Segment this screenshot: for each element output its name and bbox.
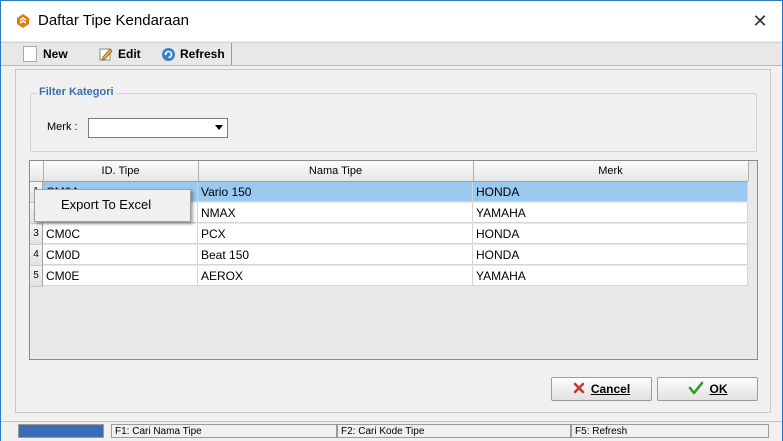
- toolbar: New Edit Refresh: [1, 42, 782, 66]
- status-f5-hint: F5: Refresh: [571, 424, 769, 438]
- edit-button[interactable]: Edit: [99, 45, 141, 63]
- window-title: Daftar Tipe Kendaraan: [38, 12, 189, 29]
- content-panel: Filter Kategori Merk : ID. Tipe Nama Tip…: [15, 69, 771, 413]
- cell-id[interactable]: CM0C: [43, 224, 198, 244]
- cell-nama[interactable]: AEROX: [198, 266, 473, 286]
- row-number: 5: [30, 266, 43, 287]
- refresh-icon: [161, 47, 176, 62]
- edit-pencil-icon: [99, 47, 113, 61]
- table-row[interactable]: 5 CM0E AEROX YAMAHA: [30, 266, 748, 287]
- cell-merk[interactable]: YAMAHA: [473, 203, 748, 223]
- toolbar-separator: [231, 43, 232, 65]
- status-f1-hint: F1: Cari Nama Tipe: [111, 424, 337, 438]
- refresh-button-label: Refresh: [180, 47, 225, 61]
- table-row[interactable]: 3 CM0C PCX HONDA: [30, 224, 748, 245]
- status-bar: F1: Cari Nama Tipe F2: Cari Kode Tipe F5…: [1, 421, 782, 441]
- status-progress-panel: [18, 424, 104, 438]
- checkmark-icon: [688, 381, 704, 398]
- filter-legend: Filter Kategori: [37, 86, 116, 98]
- new-button[interactable]: New: [23, 45, 68, 63]
- cancel-button[interactable]: Cancel: [551, 377, 652, 401]
- grid-header: ID. Tipe Nama Tipe Merk: [30, 161, 749, 182]
- row-header-corner: [30, 161, 44, 181]
- app-logo-icon: [15, 13, 31, 29]
- cell-merk[interactable]: YAMAHA: [473, 266, 748, 286]
- filter-groupbox: Filter Kategori Merk :: [30, 86, 757, 152]
- cancel-x-icon: [573, 382, 585, 397]
- refresh-button[interactable]: Refresh: [161, 45, 225, 63]
- cell-nama[interactable]: Vario 150: [198, 182, 473, 202]
- export-to-excel-menu-item[interactable]: Export To Excel: [35, 194, 188, 216]
- cell-merk[interactable]: HONDA: [473, 182, 748, 202]
- row-number: 3: [30, 224, 43, 245]
- main-window: Daftar Tipe Kendaraan ✕ New Edit Refresh…: [0, 0, 783, 441]
- cell-nama[interactable]: PCX: [198, 224, 473, 244]
- merk-label: Merk :: [47, 121, 78, 133]
- close-icon: ✕: [752, 11, 768, 31]
- column-header-id[interactable]: ID. Tipe: [43, 161, 199, 181]
- title-bar: Daftar Tipe Kendaraan ✕: [1, 1, 782, 41]
- column-header-nama[interactable]: Nama Tipe: [198, 161, 474, 181]
- row-number: 4: [30, 245, 43, 266]
- table-row[interactable]: 4 CM0D Beat 150 HONDA: [30, 245, 748, 266]
- cancel-button-label: Cancel: [590, 382, 631, 396]
- cell-merk[interactable]: HONDA: [473, 245, 748, 265]
- cell-id[interactable]: CM0E: [43, 266, 198, 286]
- status-f2-hint: F2: Cari Kode Tipe: [337, 424, 571, 438]
- cell-nama[interactable]: NMAX: [198, 203, 473, 223]
- cell-merk[interactable]: HONDA: [473, 224, 748, 244]
- merk-dropdown[interactable]: [88, 118, 228, 138]
- edit-button-label: Edit: [118, 47, 141, 61]
- context-menu: Export To Excel: [34, 189, 191, 222]
- close-button[interactable]: ✕: [748, 9, 772, 33]
- new-document-icon: [23, 46, 37, 62]
- chevron-down-icon: [215, 125, 223, 130]
- cell-id[interactable]: CM0D: [43, 245, 198, 265]
- ok-button-label: OK: [709, 382, 728, 396]
- cell-nama[interactable]: Beat 150: [198, 245, 473, 265]
- ok-button[interactable]: OK: [657, 377, 758, 401]
- column-header-merk[interactable]: Merk: [473, 161, 749, 181]
- new-button-label: New: [43, 47, 68, 61]
